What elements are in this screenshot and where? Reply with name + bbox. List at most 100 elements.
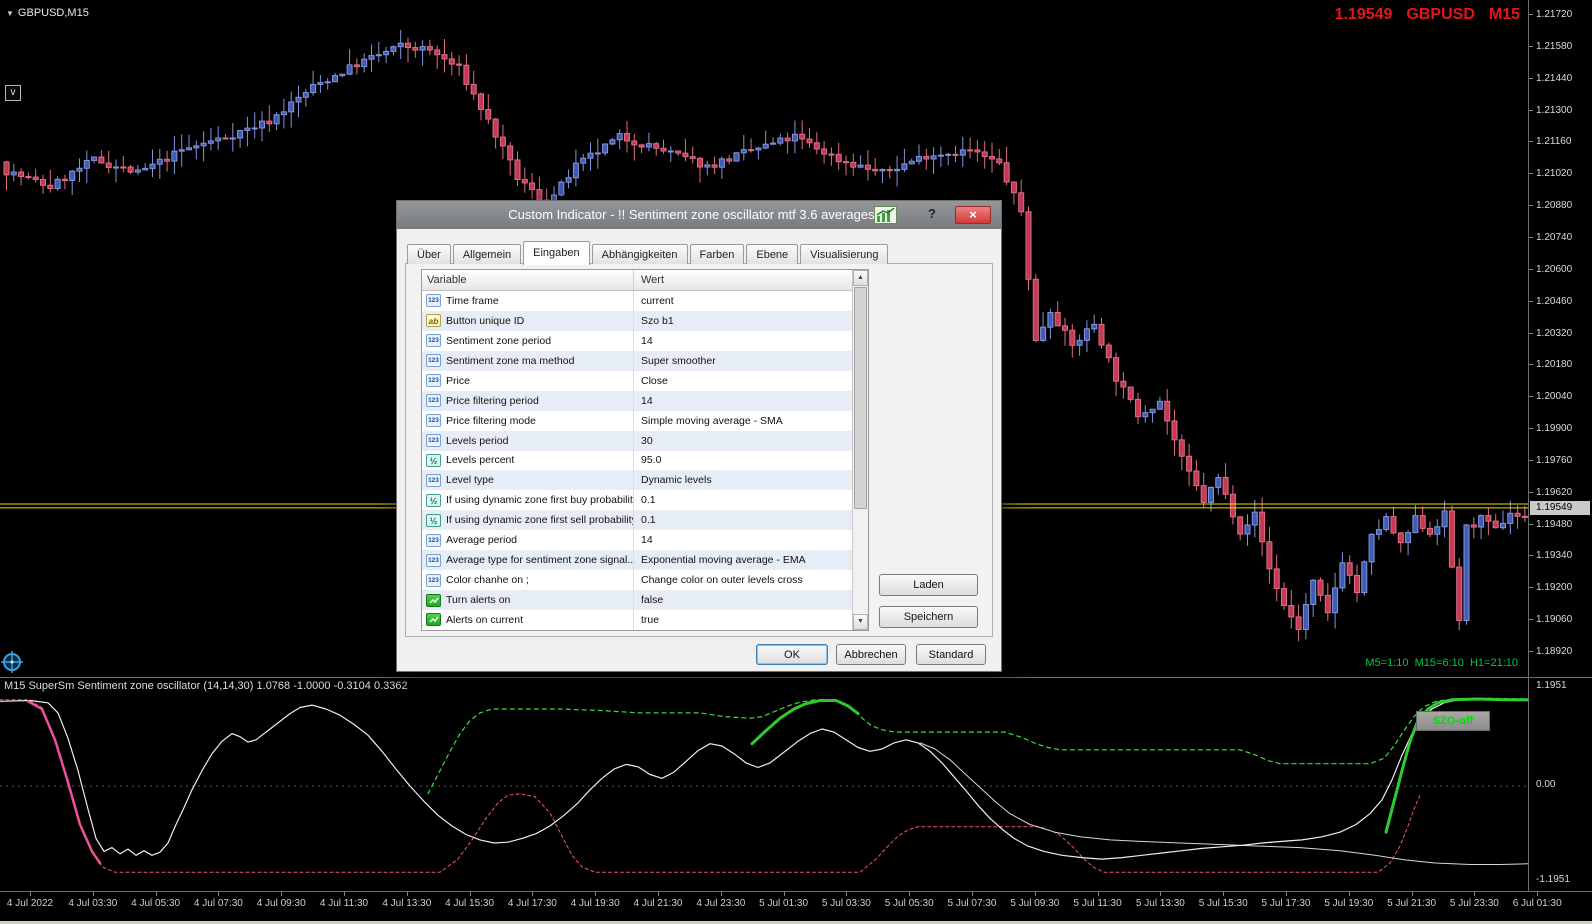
- standard-button[interactable]: Standard: [916, 644, 986, 665]
- laden-button[interactable]: Laden: [879, 574, 978, 596]
- param-row[interactable]: ½ If using dynamic zone first buy probabi…: [422, 490, 852, 511]
- param-row[interactable]: 123 Price Close: [422, 370, 852, 391]
- param-variable: Levels period: [446, 434, 509, 447]
- param-row[interactable]: ½ Levels percent 95.0: [422, 450, 852, 471]
- chevron-down-icon[interactable]: ▼: [6, 9, 14, 18]
- numeric-type-icon: 123: [426, 294, 441, 308]
- scroll-down-button[interactable]: ▼: [853, 614, 868, 630]
- price-tick: [1529, 268, 1533, 270]
- ok-button[interactable]: OK: [756, 644, 828, 665]
- column-header-variable[interactable]: Variable: [422, 270, 634, 290]
- param-value[interactable]: 14: [634, 335, 852, 347]
- price-scale[interactable]: 1.19549 1.21720 1.21580 1.21440 1.21300 1.21…: [1529, 0, 1592, 677]
- time-axis-label: 6 Jul 01:30: [1512, 898, 1562, 909]
- tab-farben[interactable]: Farben: [689, 244, 745, 264]
- szo-toggle-button[interactable]: SZO-off: [1416, 711, 1490, 731]
- param-value[interactable]: false: [634, 594, 852, 606]
- time-tick: [972, 892, 973, 896]
- param-value[interactable]: 14: [634, 534, 852, 546]
- symbol-text: GBPUSD,M15: [17, 7, 89, 19]
- param-value[interactable]: Szo b1: [634, 315, 852, 327]
- param-value[interactable]: true: [634, 614, 852, 626]
- param-variable: Color chanhe on ;: [446, 574, 529, 587]
- indicator-chart-icon: [874, 206, 897, 224]
- param-row[interactable]: 123 Sentiment zone period 14: [422, 330, 852, 351]
- crosshair-icon[interactable]: [1, 651, 23, 673]
- corner-v-button[interactable]: v: [5, 85, 21, 101]
- oscillator-scale-mid: 0.00: [1536, 779, 1556, 790]
- table-header: Variable Wert: [422, 270, 868, 291]
- time-axis[interactable]: 4 Jul 2022 4 Jul 03:30 4 Jul 05:30 4 Jul 07…: [0, 892, 1592, 916]
- quote-price: 1.19549: [1334, 6, 1393, 23]
- param-row[interactable]: 123 Sentiment zone ma method Super smoothe…: [422, 350, 852, 371]
- time-axis-label: 5 Jul 07:30: [947, 898, 997, 909]
- param-value[interactable]: Change color on outer levels cross: [634, 574, 852, 586]
- param-value[interactable]: 14: [634, 395, 852, 407]
- indicator-dialog: Custom Indicator - !! Sentiment zone osc…: [396, 200, 1002, 672]
- parameters-table[interactable]: Variable Wert 123 Time frame current ab Butt…: [421, 269, 869, 631]
- time-tick: [30, 892, 31, 896]
- param-variable: Level type: [446, 474, 494, 487]
- help-button[interactable]: ?: [923, 206, 941, 224]
- tab-ebene[interactable]: Ebene: [746, 244, 799, 264]
- abbrechen-button[interactable]: Abbrechen: [836, 644, 906, 665]
- param-value[interactable]: Super smoother: [634, 355, 852, 367]
- param-variable: Time frame: [446, 294, 499, 307]
- param-value[interactable]: 0.1: [634, 494, 852, 506]
- time-tick: [532, 892, 534, 896]
- vertical-scrollbar[interactable]: ▲ ▼: [852, 270, 868, 630]
- param-row[interactable]: ab Button unique ID Szo b1: [422, 310, 852, 331]
- param-variable: Button unique ID: [446, 314, 525, 327]
- dialog-titlebar[interactable]: Custom Indicator - !! Sentiment zone osc…: [397, 201, 1001, 229]
- time-axis-label: 4 Jul 05:30: [131, 898, 181, 909]
- column-header-wert[interactable]: Wert: [634, 270, 868, 290]
- param-value[interactable]: 95.0: [634, 454, 852, 466]
- tab-ber[interactable]: Über: [407, 244, 451, 264]
- time-axis-label: 4 Jul 19:30: [570, 898, 620, 909]
- param-row[interactable]: Alerts on current true: [422, 610, 852, 630]
- price-scale-label: 1.21580: [1536, 40, 1573, 52]
- time-tick: [909, 892, 911, 896]
- param-value[interactable]: Simple moving average - SMA: [634, 415, 852, 427]
- scrollbar-thumb[interactable]: [854, 287, 867, 509]
- oscillator-chart-svg[interactable]: [0, 678, 1528, 891]
- time-axis-label: 5 Jul 03:30: [821, 898, 871, 909]
- tab-eingaben[interactable]: Eingaben: [523, 241, 590, 265]
- price-scale-label: 1.21440: [1536, 72, 1573, 84]
- param-row[interactable]: 123 Levels period 30: [422, 430, 852, 451]
- tab-allgemein[interactable]: Allgemein: [452, 244, 522, 264]
- param-row[interactable]: 123 Level type Dynamic levels: [422, 470, 852, 491]
- param-row[interactable]: ½ If using dynamic zone first sell probab…: [422, 510, 852, 531]
- numeric-type-icon: 123: [426, 374, 441, 388]
- dialog-tab-bar: Über Allgemein Eingaben Abhängigkeiten Farbe…: [407, 241, 890, 265]
- param-value[interactable]: Exponential moving average - EMA: [634, 554, 852, 566]
- param-row[interactable]: 123 Average period 14: [422, 530, 852, 551]
- param-row[interactable]: 123 Time frame current: [422, 291, 852, 311]
- param-value[interactable]: 30: [634, 435, 852, 447]
- double-type-icon: ½: [426, 513, 441, 527]
- tab-visualisierung[interactable]: Visualisierung: [800, 244, 889, 264]
- double-type-icon: ½: [426, 453, 441, 467]
- param-value[interactable]: Dynamic levels: [634, 474, 852, 486]
- param-value[interactable]: 0.1: [634, 514, 852, 526]
- close-button[interactable]: ×: [955, 206, 991, 224]
- speichern-button[interactable]: Speichern: [879, 606, 978, 628]
- param-row[interactable]: 123 Price filtering mode Simple moving ave…: [422, 410, 852, 431]
- tab-abhngigkeiten[interactable]: Abhängigkeiten: [591, 244, 688, 264]
- param-row[interactable]: 123 Color chanhe on ; Change color on oute…: [422, 570, 852, 591]
- time-tick: [1411, 892, 1413, 896]
- param-value[interactable]: Close: [634, 375, 852, 387]
- price-tick: [1529, 14, 1533, 15]
- param-value[interactable]: current: [634, 295, 852, 307]
- param-row[interactable]: 123 Average type for sentiment zone signa…: [422, 550, 852, 571]
- param-row[interactable]: 123 Price filtering period 14: [422, 390, 852, 411]
- scroll-up-button[interactable]: ▲: [853, 270, 868, 286]
- time-tick: [1160, 892, 1162, 896]
- oscillator-panel[interactable]: M15 SuperSm Sentiment zone oscillator (1…: [0, 678, 1528, 891]
- time-tick: [1537, 892, 1539, 896]
- param-variable: If using dynamic zone first sell probabi…: [446, 514, 634, 527]
- price-tick: [1529, 332, 1533, 334]
- param-variable: Alerts on current: [446, 613, 524, 626]
- price-scale-label: 1.20880: [1536, 200, 1573, 212]
- param-row[interactable]: Turn alerts on false: [422, 590, 852, 610]
